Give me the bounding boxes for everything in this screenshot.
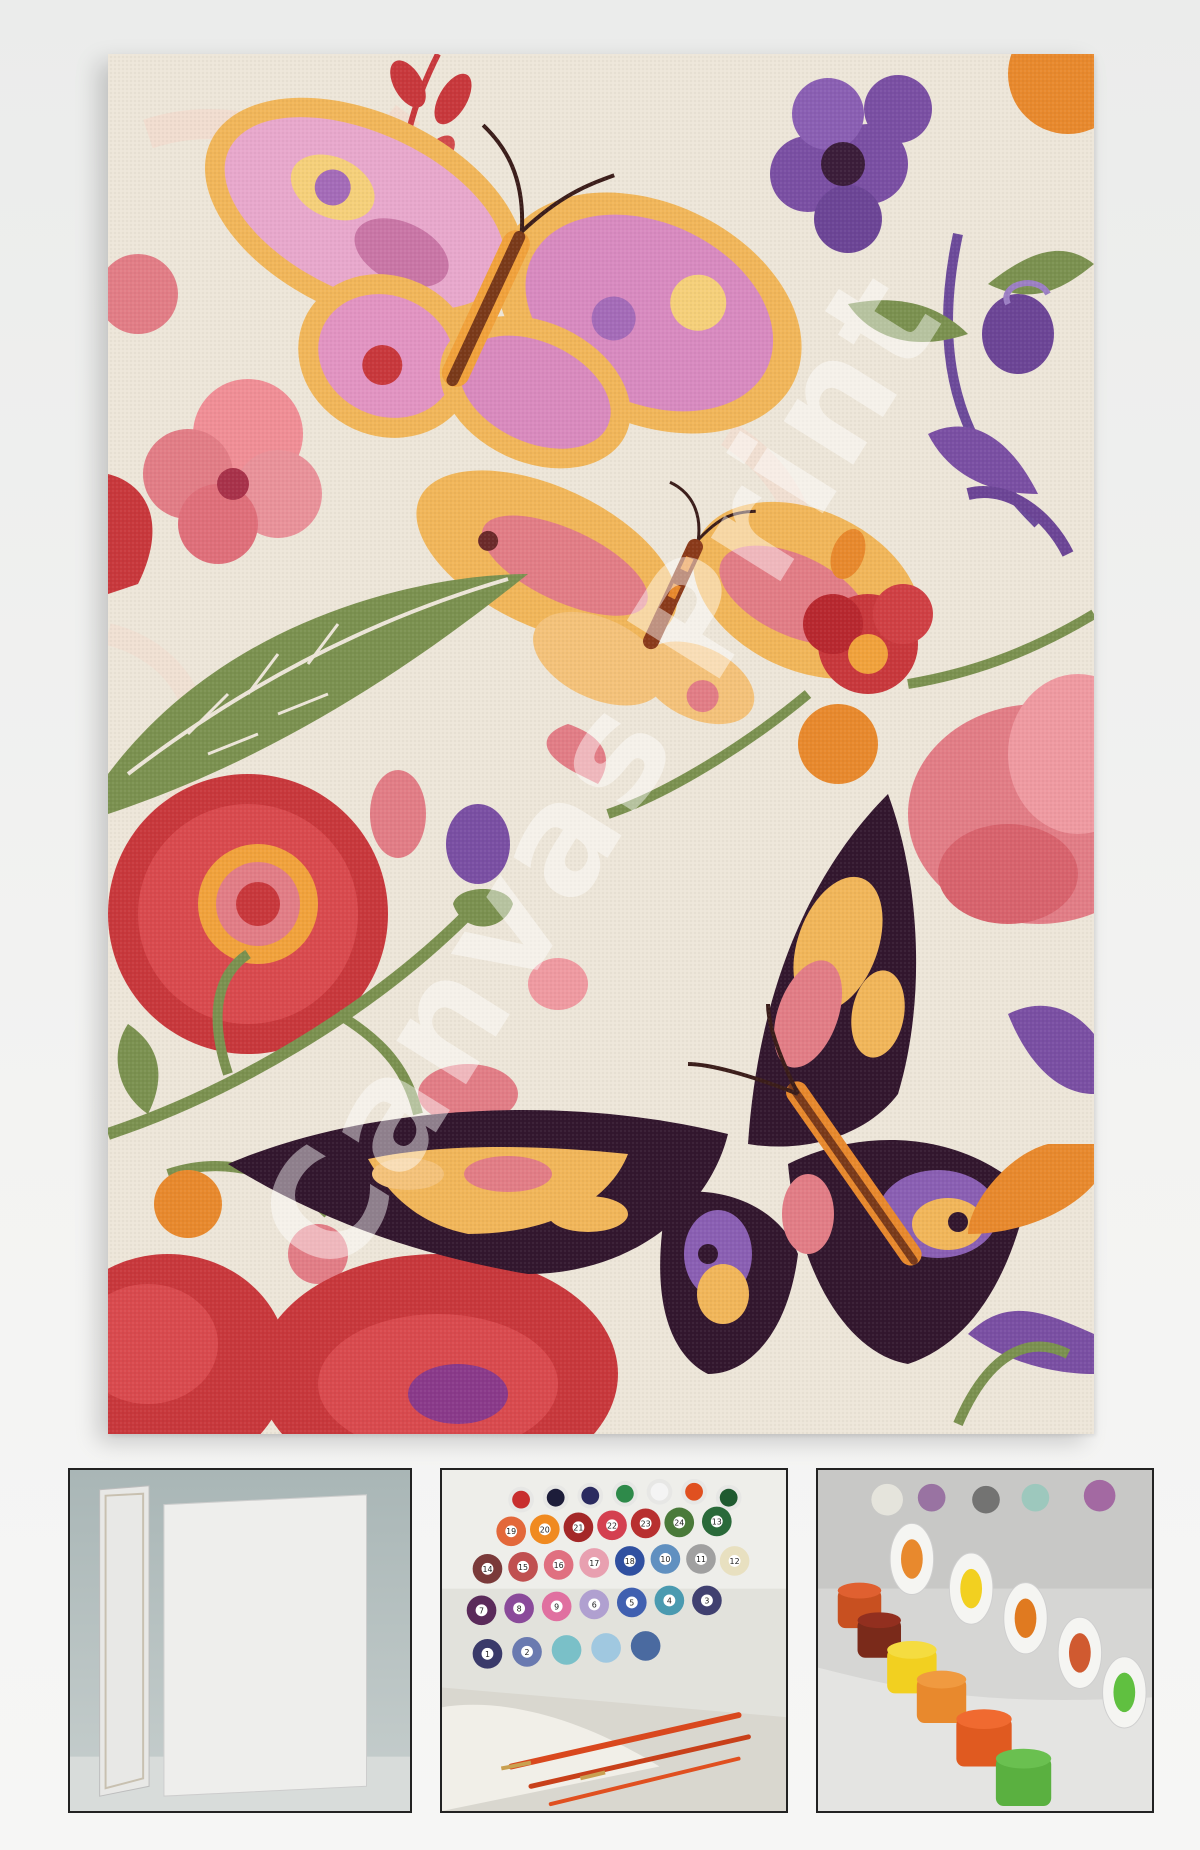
svg-text:23: 23 bbox=[641, 1519, 651, 1528]
svg-text:15: 15 bbox=[518, 1563, 528, 1572]
svg-text:6: 6 bbox=[592, 1600, 597, 1609]
svg-text:8: 8 bbox=[517, 1604, 522, 1613]
thumbnail-paint-pots[interactable]: 19 20 21 22 23 24 13 14 15 16 17 18 10 1… bbox=[440, 1468, 788, 1813]
svg-text:20: 20 bbox=[540, 1525, 550, 1534]
svg-text:21: 21 bbox=[573, 1523, 583, 1532]
open-pots-image bbox=[818, 1470, 1152, 1811]
svg-text:9: 9 bbox=[554, 1602, 559, 1611]
svg-text:10: 10 bbox=[660, 1555, 670, 1564]
svg-text:22: 22 bbox=[607, 1521, 617, 1530]
blank-canvas-image bbox=[70, 1470, 410, 1811]
svg-text:12: 12 bbox=[730, 1557, 740, 1566]
svg-text:24: 24 bbox=[674, 1518, 684, 1527]
svg-text:16: 16 bbox=[554, 1561, 564, 1570]
thumbnail-blank-canvas[interactable] bbox=[68, 1468, 412, 1813]
svg-text:5: 5 bbox=[629, 1598, 634, 1607]
svg-text:1: 1 bbox=[485, 1650, 490, 1659]
svg-text:4: 4 bbox=[667, 1596, 672, 1605]
svg-text:11: 11 bbox=[696, 1555, 706, 1564]
svg-text:13: 13 bbox=[712, 1517, 722, 1526]
paint-pots-image: 19 20 21 22 23 24 13 14 15 16 17 18 10 1… bbox=[442, 1470, 786, 1811]
svg-text:7: 7 bbox=[479, 1606, 484, 1615]
svg-text:17: 17 bbox=[589, 1559, 599, 1568]
svg-text:14: 14 bbox=[482, 1565, 492, 1574]
svg-text:3: 3 bbox=[704, 1596, 709, 1605]
canvas-artwork: Canvas Print bbox=[108, 54, 1094, 1434]
thumbnail-open-paint-pots[interactable] bbox=[816, 1468, 1154, 1813]
svg-text:2: 2 bbox=[524, 1648, 529, 1657]
svg-text:18: 18 bbox=[625, 1557, 635, 1566]
svg-text:19: 19 bbox=[506, 1527, 516, 1536]
butterfly-painting bbox=[108, 54, 1094, 1434]
